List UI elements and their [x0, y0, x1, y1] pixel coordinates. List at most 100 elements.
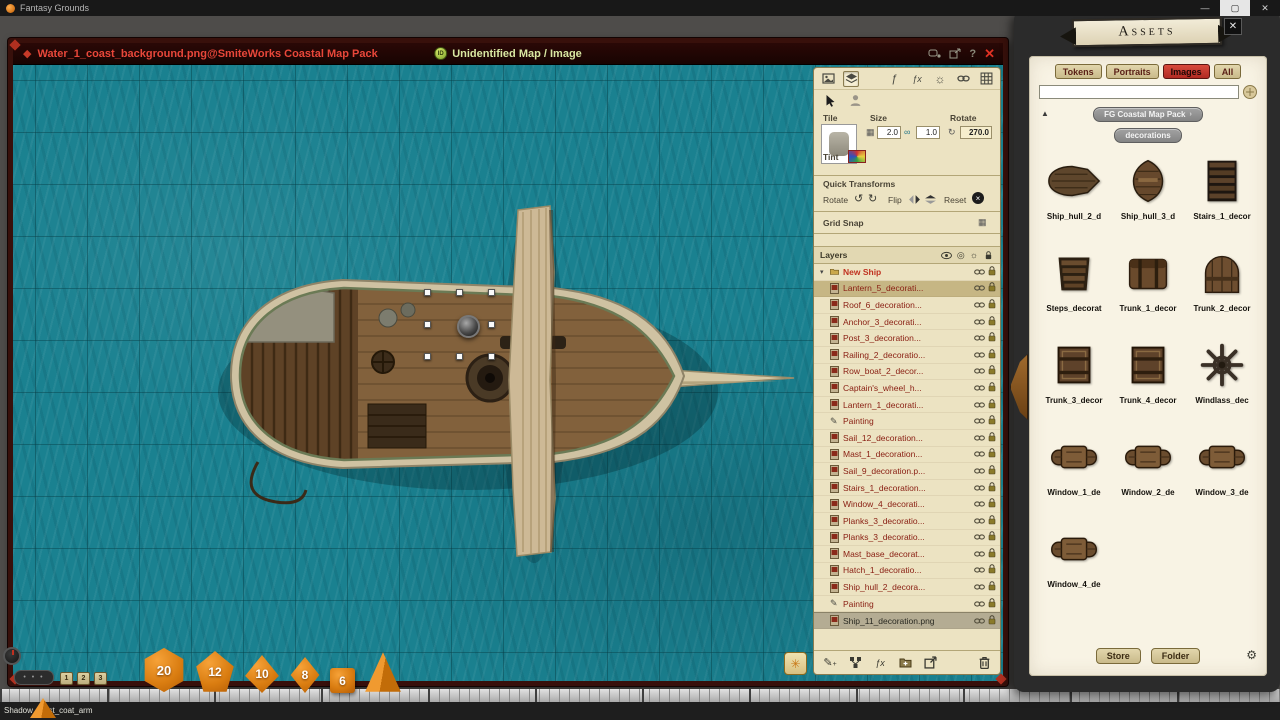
asset-item[interactable]: Trunk_3_decor	[1039, 337, 1109, 429]
flip-vertical-icon[interactable]	[924, 194, 937, 208]
resize-handle[interactable]	[424, 353, 431, 360]
layer-lock-icon[interactable]	[988, 598, 996, 610]
asset-item[interactable]: Ship_hull_2_d	[1039, 153, 1109, 245]
layer-row[interactable]: Railing_2_decoratio...	[814, 347, 1000, 364]
asset-item[interactable]: Window_1_de	[1039, 429, 1109, 521]
resize-handle[interactable]	[488, 321, 495, 328]
node-add-icon[interactable]	[847, 655, 863, 671]
layer-link-icon[interactable]	[974, 483, 985, 493]
rotate-ccw-icon[interactable]: ↺	[854, 192, 863, 205]
tab-all[interactable]: All	[1214, 64, 1242, 79]
asset-item[interactable]: Window_3_de	[1187, 429, 1257, 521]
layer-link-icon[interactable]	[974, 616, 985, 626]
size-width-input[interactable]	[877, 126, 901, 139]
pointer-menu-icon[interactable]	[928, 48, 941, 59]
trash-icon[interactable]	[976, 655, 992, 671]
light-tool-icon[interactable]: ☼	[932, 71, 948, 87]
resize-handle[interactable]	[488, 353, 495, 360]
layer-row[interactable]: Ship_hull_2_decora...	[814, 579, 1000, 596]
layer-lock-icon[interactable]	[988, 282, 996, 294]
layer-lock-icon[interactable]	[988, 564, 996, 576]
layer-row[interactable]: ▾New Ship	[814, 264, 1000, 281]
layer-row[interactable]: Planks_3_decoratio...	[814, 513, 1000, 530]
share-icon[interactable]	[949, 48, 961, 59]
tint-swatch[interactable]	[848, 150, 866, 163]
layer-row[interactable]: Mast_base_decorat...	[814, 546, 1000, 563]
asset-item[interactable]: Steps_decorat	[1039, 245, 1109, 337]
layer-link-icon[interactable]	[974, 565, 985, 575]
collapse-tree-icon[interactable]: ▲	[1041, 109, 1049, 118]
compass-button[interactable]: ✳	[784, 652, 807, 675]
pointer-tool-icon[interactable]	[822, 92, 838, 108]
asset-search-input[interactable]	[1039, 85, 1239, 99]
layer-link-icon[interactable]	[974, 466, 985, 476]
layer-lock-icon[interactable]	[988, 266, 996, 278]
close-window-button[interactable]: ✕	[1250, 0, 1280, 16]
breadcrumb-module[interactable]: FG Coastal Map Pack›	[1093, 107, 1203, 122]
link-dimensions-icon[interactable]: ∞	[904, 127, 910, 137]
layer-link-icon[interactable]	[974, 549, 985, 559]
layer-link-icon[interactable]	[974, 350, 985, 360]
layer-row[interactable]: Sail_9_decoration.p...	[814, 463, 1000, 480]
flip-horizontal-icon[interactable]	[908, 194, 921, 208]
layer-link-icon[interactable]	[974, 499, 985, 509]
layer-lock-icon[interactable]	[988, 615, 996, 627]
layer-lock-icon[interactable]	[988, 382, 996, 394]
modifier-dial[interactable]	[3, 647, 21, 665]
layer-link-icon[interactable]	[974, 582, 985, 592]
help-icon[interactable]: ?	[969, 48, 976, 60]
asset-item[interactable]: Window_2_de	[1113, 429, 1183, 521]
minimize-button[interactable]: —	[1190, 0, 1220, 16]
layer-lock-icon[interactable]	[988, 332, 996, 344]
layer-lock-icon[interactable]	[988, 515, 996, 527]
layer-link-icon[interactable]	[974, 599, 985, 609]
ship-map-object[interactable]	[218, 200, 808, 600]
folder-add-icon[interactable]	[897, 655, 913, 671]
resize-handle[interactable]	[456, 353, 463, 360]
layer-lock-icon[interactable]	[988, 548, 996, 560]
d10-die[interactable]: 10	[244, 655, 280, 693]
modifier-pill[interactable]: • • •	[14, 670, 54, 685]
layer-link-icon[interactable]	[974, 317, 985, 327]
layer-lock-icon[interactable]	[988, 498, 996, 510]
asset-item[interactable]: Window_4_de	[1039, 521, 1109, 613]
draw-add-icon[interactable]: ✎+	[822, 655, 838, 671]
resize-handle[interactable]	[456, 289, 463, 296]
layer-row[interactable]: Roof_6_decoration...	[814, 297, 1000, 314]
assets-close-button[interactable]: ✕	[1224, 18, 1242, 35]
link-tool-icon[interactable]	[955, 71, 971, 87]
d12-die[interactable]: 12	[195, 651, 235, 693]
layer-link-icon[interactable]	[974, 366, 985, 376]
image-tool-icon[interactable]	[820, 71, 836, 87]
layer-row[interactable]: Post_3_decoration...	[814, 330, 1000, 347]
layer-link-icon[interactable]	[974, 283, 985, 293]
resize-handle[interactable]	[424, 321, 431, 328]
layer-lock-icon[interactable]	[988, 299, 996, 311]
layer-row[interactable]: Sail_12_decoration...	[814, 430, 1000, 447]
light-icon[interactable]: ☼	[970, 250, 978, 260]
layer-lock-icon[interactable]	[988, 399, 996, 411]
layer-lock-icon[interactable]	[988, 581, 996, 593]
assets-collapse-arrow[interactable]	[1010, 354, 1028, 420]
layer-link-icon[interactable]	[974, 300, 985, 310]
layer-row[interactable]: Ship_11_decoration.png	[814, 612, 1000, 629]
layer-lock-icon[interactable]	[988, 531, 996, 543]
maximize-button[interactable]: ▢	[1220, 0, 1250, 16]
hotbar-button-1[interactable]: 1	[60, 672, 73, 685]
layer-link-icon[interactable]	[974, 400, 985, 410]
layer-row[interactable]: Lantern_5_decorati...	[814, 281, 1000, 298]
layer-row[interactable]: ✎Painting	[814, 413, 1000, 430]
d6-die[interactable]: 6	[330, 668, 355, 693]
layer-lock-icon[interactable]	[988, 415, 996, 427]
layer-row[interactable]: Hatch_1_decoratio...	[814, 563, 1000, 580]
layer-row[interactable]: Captain's_wheel_h...	[814, 380, 1000, 397]
asset-item[interactable]: Trunk_1_decor	[1113, 245, 1183, 337]
folder-button[interactable]: Folder	[1151, 648, 1201, 664]
tab-portraits[interactable]: Portraits	[1106, 64, 1159, 79]
export-icon[interactable]	[922, 655, 938, 671]
layer-link-icon[interactable]	[974, 433, 985, 443]
rotate-input[interactable]	[960, 126, 992, 139]
asset-item[interactable]: Trunk_2_decor	[1187, 245, 1257, 337]
rotate-cw-icon[interactable]: ↻	[868, 192, 877, 205]
layer-lock-icon[interactable]	[988, 365, 996, 377]
